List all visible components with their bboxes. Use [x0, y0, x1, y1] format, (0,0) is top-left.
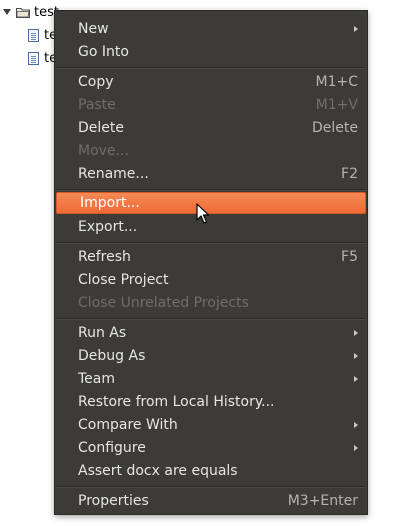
menu-item-restore-from-local-history[interactable]: Restore from Local History... [55, 391, 367, 413]
menu-item-label: Debug As [78, 348, 146, 364]
submenu-arrow-icon [354, 376, 358, 382]
submenu-arrow-icon [354, 422, 358, 428]
menu-item-copy[interactable]: Copy M1+C [55, 71, 367, 93]
shortcut-label: Delete [312, 120, 358, 136]
menu-item-paste: Paste M1+V [55, 94, 367, 116]
menu-item-label: Team [78, 371, 116, 387]
menu-separator [56, 67, 366, 69]
menu-item-label: Close Project [78, 272, 169, 288]
submenu-arrow-icon [354, 445, 358, 451]
document-file-icon [28, 51, 39, 65]
tree-item-project[interactable]: test [3, 2, 59, 22]
menu-item-label: Assert docx are equals [78, 463, 238, 479]
menu-item-configure[interactable]: Configure [55, 437, 367, 459]
menu-item-export[interactable]: Export... [55, 216, 367, 238]
menu-item-label: Delete [78, 120, 124, 136]
tree-item-file[interactable]: te [28, 48, 57, 68]
project-folder-icon [16, 7, 30, 18]
menu-item-label: Copy [78, 74, 114, 90]
menu-item-label: Compare With [78, 417, 178, 433]
menu-item-team[interactable]: Team [55, 368, 367, 390]
shortcut-label: F2 [341, 166, 358, 182]
submenu-arrow-icon [354, 26, 358, 32]
menu-separator [56, 189, 366, 191]
submenu-arrow-icon [354, 330, 358, 336]
menu-item-close-unrelated-projects: Close Unrelated Projects [55, 292, 367, 314]
submenu-arrow-icon [354, 353, 358, 359]
menu-item-label: Properties [78, 493, 149, 509]
menu-item-delete[interactable]: Delete Delete [55, 117, 367, 139]
menu-item-label: Import... [80, 195, 140, 211]
shortcut-label: M3+Enter [287, 493, 358, 509]
menu-separator [56, 486, 366, 488]
menu-item-properties[interactable]: Properties M3+Enter [55, 490, 367, 512]
menu-separator [56, 242, 366, 244]
menu-item-assert-docx-equals[interactable]: Assert docx are equals [55, 460, 367, 482]
context-menu: New Go Into Copy M1+C Paste M1+V Delete … [54, 10, 368, 515]
menu-item-label: Export... [78, 219, 138, 235]
shortcut-label: M1+C [315, 74, 359, 90]
menu-item-refresh[interactable]: Refresh F5 [55, 246, 367, 268]
menu-item-rename[interactable]: Rename... F2 [55, 163, 367, 185]
menu-item-label: Restore from Local History... [78, 394, 275, 410]
menu-item-label: Go Into [78, 44, 129, 60]
menu-item-debug-as[interactable]: Debug As [55, 345, 367, 367]
menu-item-label: New [78, 21, 109, 37]
menu-item-label: Run As [78, 325, 127, 341]
menu-item-label: Close Unrelated Projects [78, 295, 249, 311]
menu-item-label: Move... [78, 143, 129, 159]
document-file-icon [28, 28, 39, 42]
menu-item-compare-with[interactable]: Compare With [55, 414, 367, 436]
expand-triangle-icon[interactable] [3, 9, 11, 15]
menu-item-close-project[interactable]: Close Project [55, 269, 367, 291]
menu-item-import[interactable]: Import... [56, 192, 366, 214]
menu-item-label: Paste [78, 97, 116, 113]
menu-item-label: Configure [78, 440, 146, 456]
menu-item-go-into[interactable]: Go Into [55, 41, 367, 63]
shortcut-label: M1+V [315, 97, 358, 113]
shortcut-label: F5 [341, 249, 358, 265]
menu-item-move: Move... [55, 140, 367, 162]
menu-separator [56, 318, 366, 320]
menu-item-run-as[interactable]: Run As [55, 322, 367, 344]
mouse-pointer-icon [196, 203, 210, 224]
menu-item-label: Refresh [78, 249, 131, 265]
tree-item-file[interactable]: te [28, 25, 57, 45]
menu-item-new[interactable]: New [55, 18, 367, 40]
menu-item-label: Rename... [78, 166, 149, 182]
